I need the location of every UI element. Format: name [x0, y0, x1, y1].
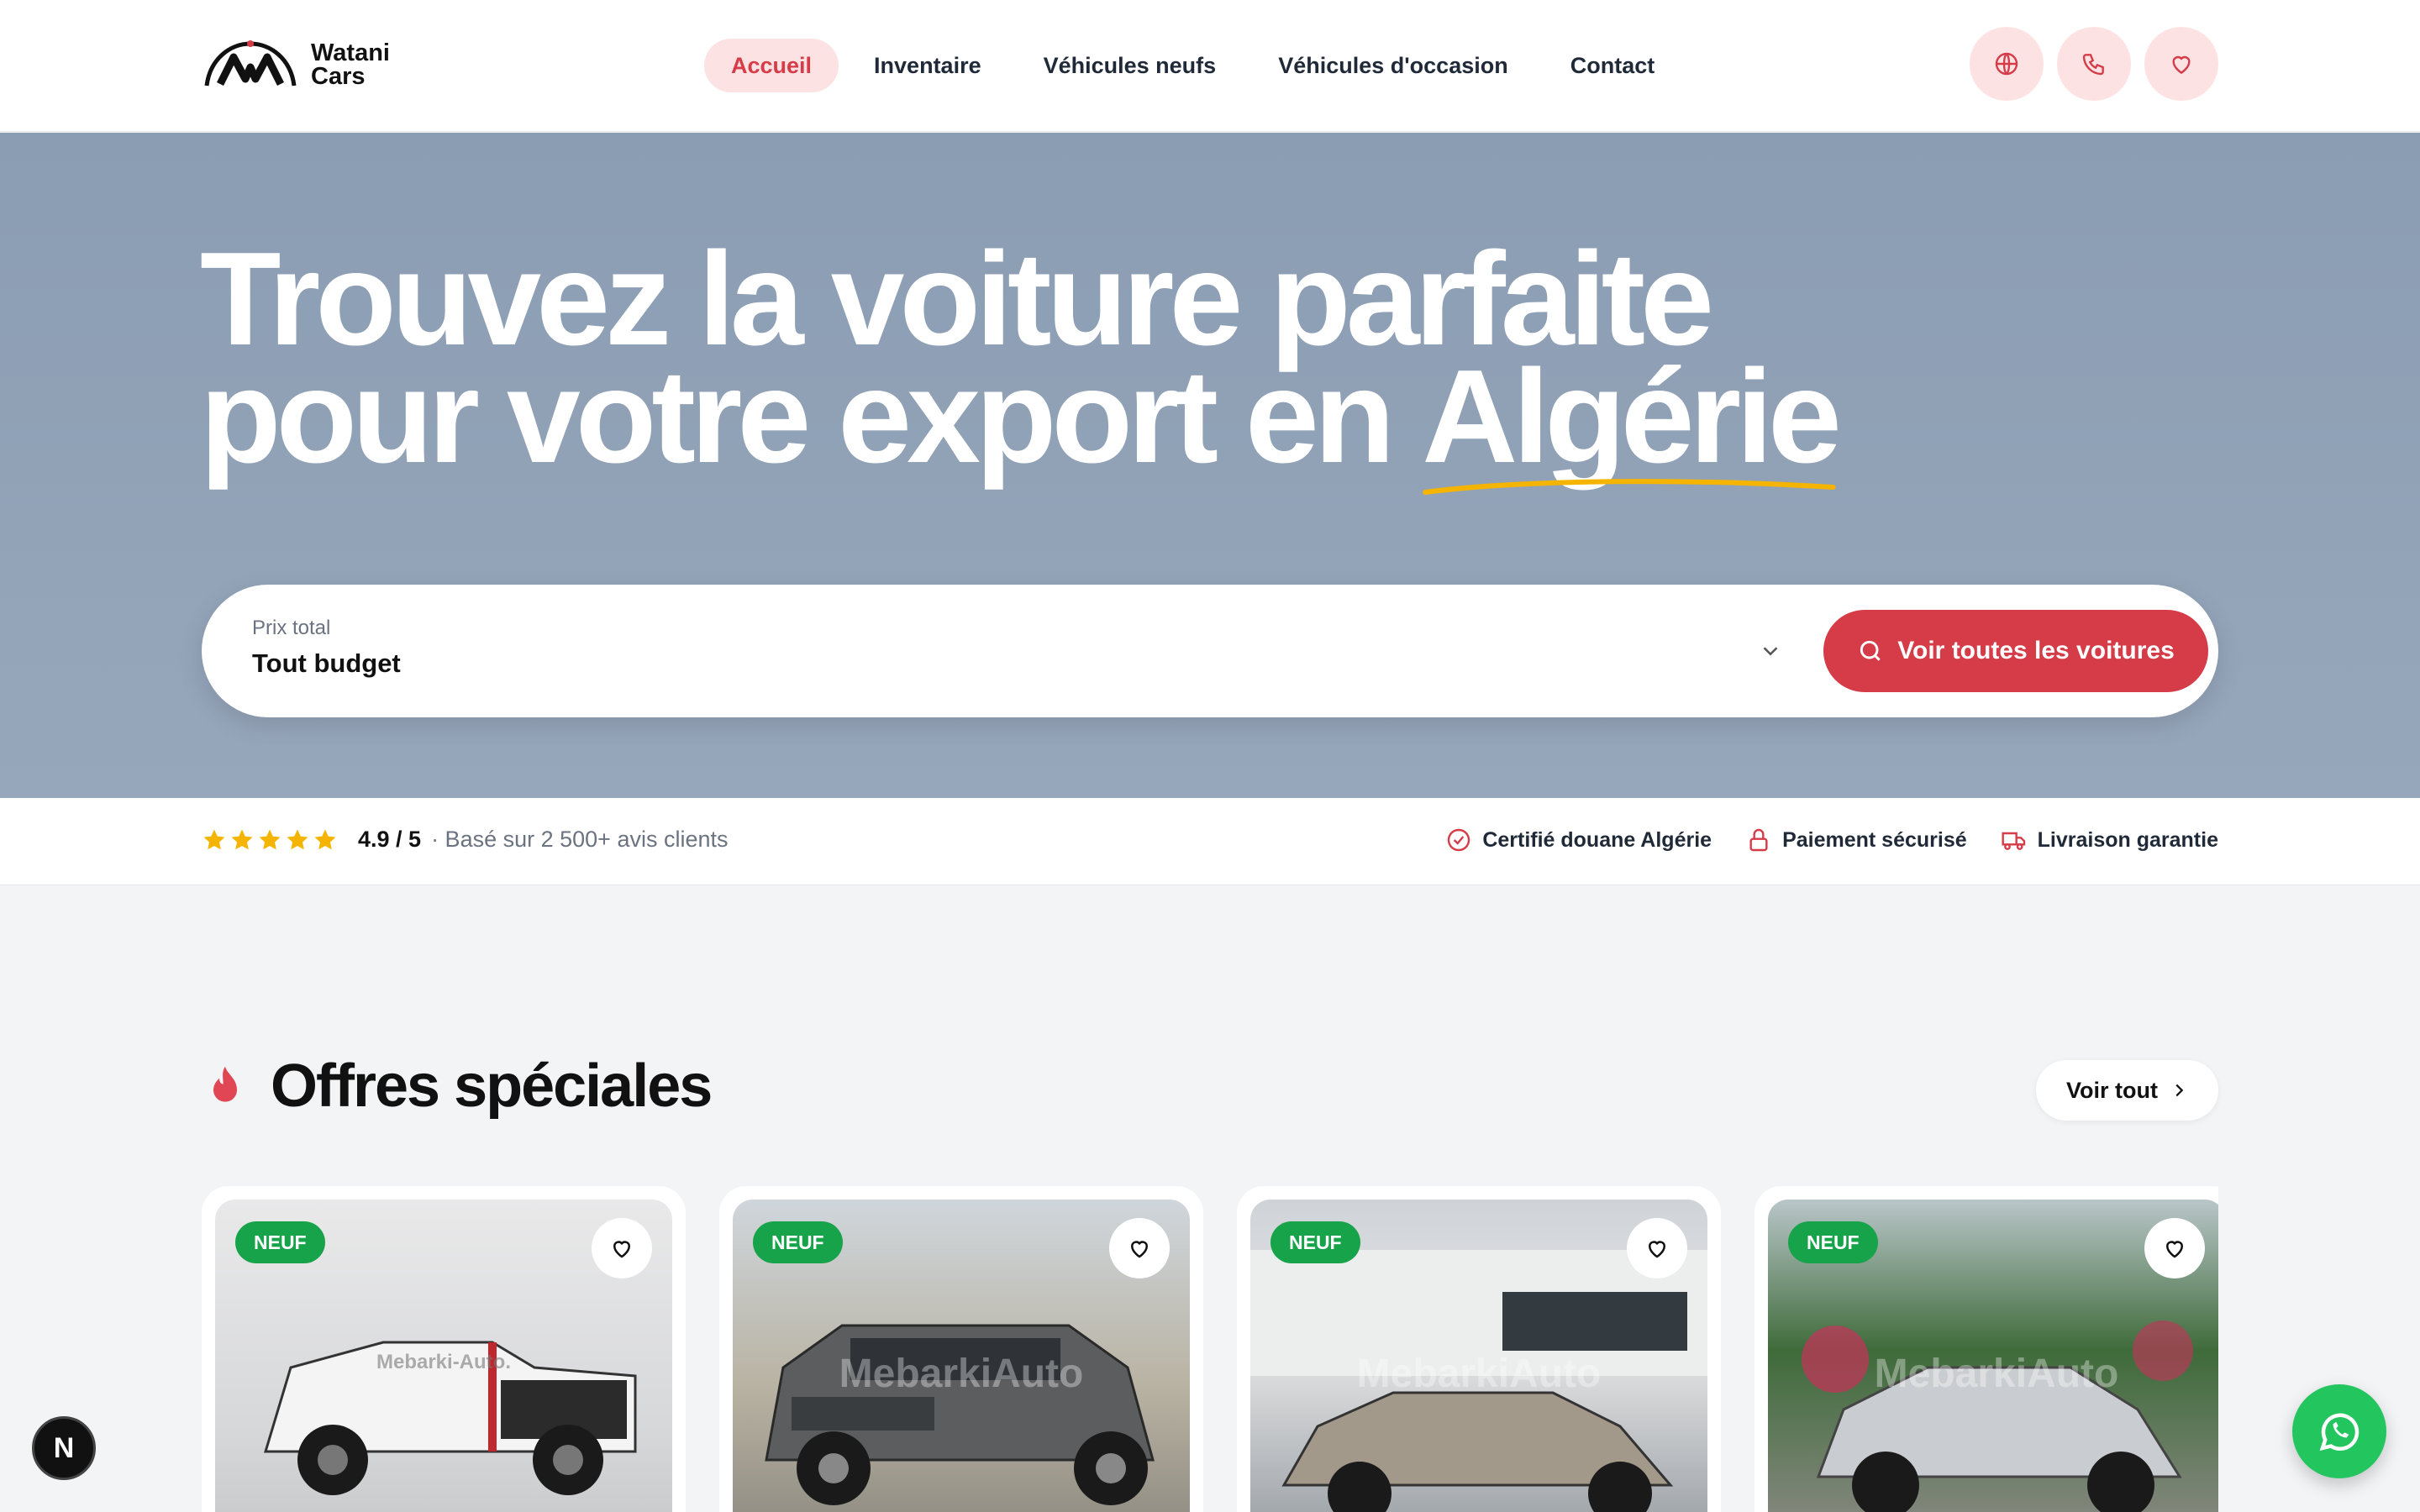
main-nav: Accueil Inventaire Véhicules neufs Véhic… — [704, 39, 1681, 92]
trust-bar: 4.9 / 5 · Basé sur 2 500+ avis clients C… — [0, 798, 2420, 885]
underline-squiggle-icon — [1423, 479, 1836, 495]
budget-label: Prix total — [252, 617, 331, 639]
nav-item-inventaire[interactable]: Inventaire — [847, 39, 1008, 92]
logo-icon — [204, 40, 297, 87]
vehicle-image: MebarkiAuto NEUF — [1768, 1200, 2218, 1512]
hero-highlight-text: Algérie — [1422, 343, 1842, 491]
image-watermark: MebarkiAuto — [839, 1352, 1084, 1396]
image-watermark: MebarkiAuto — [1356, 1352, 1602, 1396]
star-icon — [287, 829, 308, 849]
chevron-down-icon[interactable] — [1758, 638, 1783, 664]
customer-rating: 4.9 / 5 · Basé sur 2 500+ avis clients — [202, 827, 729, 853]
view-all-cars-label: Voir toutes les voitures — [1897, 637, 2175, 664]
check-circle-icon — [1448, 828, 1470, 852]
truck-icon — [2002, 832, 2025, 850]
badge-payment-label: Paiement sécurisé — [1782, 827, 1967, 852]
badge-delivery-label: Livraison garantie — [2037, 827, 2218, 852]
budget-search-bar: Prix total Tout budget Voir toutes les v… — [202, 585, 2218, 717]
rating-stars — [202, 827, 338, 853]
brand-name-line1: Watani — [311, 39, 390, 66]
favorites-button[interactable] — [2144, 27, 2218, 101]
hero-title-line2: pour votre export en — [200, 343, 1423, 491]
vehicle-image: Mebarki-Auto. NEUF — [215, 1200, 672, 1512]
favorite-button[interactable] — [592, 1218, 652, 1278]
phone-icon — [2082, 54, 2104, 76]
vehicle-image: MebarkiAuto NEUF — [733, 1200, 1190, 1512]
heart-icon — [2165, 1241, 2184, 1258]
globe-icon — [1995, 52, 2018, 76]
vehicle-image: MebarkiAuto NEUF — [1250, 1200, 1707, 1512]
special-offers-title: Offres spéciales — [271, 1053, 713, 1120]
dev-indicator-badge[interactable]: N — [32, 1416, 96, 1480]
badge-customs-label: Certifié douane Algérie — [1482, 827, 1712, 852]
flame-icon — [213, 1066, 237, 1102]
nav-item-accueil[interactable]: Accueil — [704, 39, 839, 92]
phone-button[interactable] — [2057, 27, 2131, 101]
badge-delivery: Livraison garantie — [2001, 827, 2218, 853]
whatsapp-icon — [2319, 1413, 2360, 1452]
view-all-cars-button[interactable]: Voir toutes les voitures — [1823, 610, 2208, 692]
nav-item-vehicules-neufs[interactable]: Véhicules neufs — [1017, 39, 1244, 92]
brand-name-line2: Cars — [311, 63, 366, 90]
image-watermark: Mebarki-Auto. — [376, 1351, 511, 1373]
new-tag: NEUF — [235, 1221, 325, 1263]
heart-icon — [1130, 1241, 1149, 1258]
vehicle-card[interactable]: MebarkiAuto NEUF — [1237, 1186, 1721, 1512]
search-icon — [1860, 640, 1881, 661]
favorite-button[interactable] — [2144, 1218, 2205, 1278]
language-button[interactable] — [1970, 27, 2044, 101]
special-offers-heading: Offres spéciales — [202, 1052, 713, 1121]
star-icon — [231, 829, 253, 849]
vehicle-card[interactable]: MebarkiAuto NEUF — [1754, 1186, 2218, 1512]
see-all-label: Voir tout — [2066, 1077, 2158, 1103]
badge-customs: Certifié douane Algérie — [1445, 827, 1712, 853]
heart-icon — [1648, 1241, 1666, 1258]
new-tag: NEUF — [1270, 1221, 1360, 1263]
trust-badges: Certifié douane Algérie Paiement sécuris… — [1445, 827, 2218, 853]
budget-select[interactable]: Tout budget — [252, 648, 401, 679]
badge-payment: Paiement sécurisé — [1745, 827, 1967, 853]
lock-icon — [1749, 828, 1768, 852]
nav-item-contact[interactable]: Contact — [1544, 39, 1682, 92]
star-icon — [314, 829, 336, 849]
offers-carousel: Mebarki-Auto. NEUF MebarkiAuto NEUF Meba… — [202, 1186, 2218, 1512]
heart-icon — [2172, 55, 2191, 75]
favorite-button[interactable] — [1109, 1218, 1170, 1278]
rating-score: 4.9 / 5 — [358, 827, 422, 852]
site-header: Watani Cars Accueil Inventaire Véhicules… — [0, 0, 2420, 132]
favorite-button[interactable] — [1627, 1218, 1687, 1278]
nav-item-vehicules-occasion[interactable]: Véhicules d'occasion — [1251, 39, 1535, 92]
new-tag: NEUF — [753, 1221, 843, 1263]
hero-title: Trouvez la voiture parfaite pour votre e… — [200, 233, 1842, 495]
star-icon — [259, 829, 281, 849]
whatsapp-button[interactable] — [2292, 1384, 2386, 1478]
see-all-button[interactable]: Voir tout — [2036, 1060, 2218, 1121]
heart-icon — [613, 1241, 631, 1258]
rating-subtitle: · Basé sur 2 500+ avis clients — [431, 827, 729, 852]
hero-title-highlight: Algérie — [1422, 350, 1842, 495]
header-actions — [1970, 27, 2218, 101]
vehicle-card[interactable]: Mebarki-Auto. NEUF — [202, 1186, 686, 1512]
new-tag: NEUF — [1788, 1221, 1878, 1263]
star-icon — [203, 829, 225, 849]
image-watermark: MebarkiAuto — [1874, 1352, 2119, 1396]
vehicle-card[interactable]: MebarkiAuto NEUF — [719, 1186, 1203, 1512]
brand-logo[interactable]: Watani Cars — [202, 37, 390, 92]
chevron-right-icon — [2175, 1084, 2184, 1097]
hero-section: Trouvez la voiture parfaite pour votre e… — [0, 133, 2420, 798]
